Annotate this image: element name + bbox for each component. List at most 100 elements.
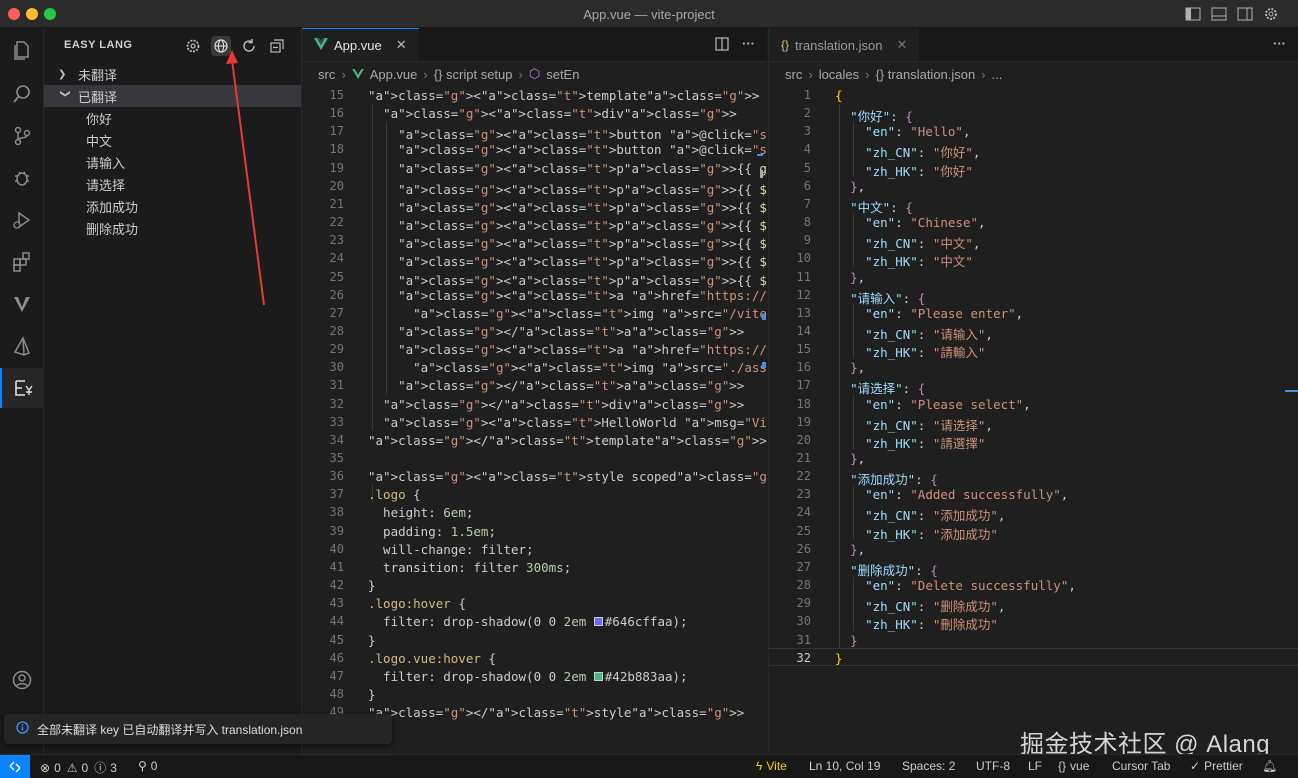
vite-status[interactable]: ϟ Vite — [756, 759, 787, 773]
debug-bug-icon[interactable] — [0, 158, 44, 198]
breadcrumb-separator-icon: › — [518, 66, 523, 82]
code-line: "en": "Added successfully", — [865, 487, 1069, 503]
indentation[interactable]: Spaces: 2 — [902, 759, 955, 773]
cursor-tab[interactable]: Cursor Tab — [1112, 759, 1170, 773]
line-number: 21 — [796, 451, 811, 465]
line-number: 39 — [329, 523, 344, 538]
prisma-icon[interactable] — [0, 326, 44, 366]
notification-toast[interactable]: 全部未翻译 key 已自动翻译并写入 translation.json — [4, 714, 392, 744]
line-number: 1 — [803, 88, 811, 102]
breadcrumb-item[interactable]: src — [318, 67, 335, 82]
line-number: 23 — [796, 487, 811, 502]
lightning-icon: ϟ — [756, 759, 763, 773]
code-line: } — [368, 632, 376, 648]
code-line: "zh_CN": "请输入", — [865, 326, 993, 342]
vitest-icon[interactable] — [0, 284, 44, 324]
tree-item-key[interactable]: 你好 — [44, 107, 301, 129]
code-line: "zh_HK": "你好" — [865, 163, 973, 179]
search-icon[interactable] — [0, 74, 44, 114]
accounts-icon[interactable] — [0, 660, 44, 700]
tab-app-vue[interactable]: App.vue ✕ — [302, 28, 419, 61]
line-number: 24 — [329, 251, 344, 266]
line-number: 12 — [796, 287, 811, 302]
code-line: "a">class="g"></"a">class="t">div"a">cla… — [383, 396, 745, 412]
line-number: 7 — [803, 196, 811, 211]
editor-group-app-vue: App.vue ✕ ··· src › App.vue › {} script se… — [302, 28, 767, 754]
tree-group-translated[interactable]: ❯ 已翻译 — [44, 85, 301, 107]
breadcrumb-separator-icon: › — [808, 66, 813, 82]
run-debug-icon[interactable] — [0, 200, 44, 240]
code-editor[interactable]: 15 "a">class="g"><"a">class="t">template"… — [302, 86, 767, 754]
split-editor-icon[interactable] — [714, 36, 730, 55]
line-number: 48 — [329, 686, 344, 701]
tree-item-key[interactable]: 请输入 — [44, 151, 301, 173]
toggle-primary-sidebar-icon[interactable] — [1184, 5, 1202, 23]
info-icon: ⓘ — [94, 761, 107, 775]
encoding[interactable]: UTF-8 — [976, 759, 1010, 773]
tree-item-key[interactable]: 中文 — [44, 129, 301, 151]
breadcrumb-item[interactable]: src — [785, 67, 802, 82]
language-mode[interactable]: {} vue — [1058, 759, 1089, 773]
code-line: } — [850, 632, 858, 648]
tree-item-key[interactable]: 删除成功 — [44, 217, 301, 239]
code-line: .logo:hover { — [368, 596, 466, 612]
cursor-position[interactable]: Ln 10, Col 19 — [809, 759, 880, 773]
line-number: 28 — [329, 323, 344, 338]
code-line: "zh_HK": "刪除成功" — [865, 617, 998, 633]
toggle-secondary-sidebar-icon[interactable] — [1236, 5, 1254, 23]
line-number: 10 — [796, 251, 811, 266]
breadcrumb-item[interactable]: locales — [819, 67, 859, 82]
line-number: 23 — [329, 233, 344, 248]
breadcrumb-item[interactable]: setEn — [546, 67, 579, 82]
more-actions-icon[interactable]: ··· — [1273, 36, 1286, 51]
remote-indicator-icon[interactable] — [0, 755, 30, 778]
source-control-icon[interactable] — [0, 116, 44, 156]
settings-gear-icon[interactable] — [1262, 5, 1280, 23]
settings-gear-icon[interactable] — [183, 36, 203, 56]
code-line: "zh_CN": "添加成功", — [865, 508, 1006, 524]
breadcrumb-item[interactable]: {} script setup — [434, 67, 513, 82]
breadcrumb-item[interactable]: {} translation.json — [876, 67, 976, 82]
line-number: 4 — [803, 142, 811, 157]
collapse-all-icon[interactable] — [267, 36, 287, 56]
line-number: 37 — [329, 487, 344, 502]
line-number: 43 — [329, 596, 344, 611]
line-number: 9 — [803, 233, 811, 248]
line-number: 16 — [796, 360, 811, 375]
line-number: 40 — [329, 541, 344, 556]
breadcrumb-item[interactable]: ... — [992, 67, 1003, 82]
tree-item-key[interactable]: 请选择 — [44, 173, 301, 195]
code-line: "a">class="g"><"a">class="t">HelloWorld … — [383, 414, 767, 430]
code-line: "请输入": { — [850, 290, 926, 306]
line-ending[interactable]: LF — [1028, 759, 1042, 773]
notifications-bell-icon[interactable]: 🔔︎ — [1262, 759, 1277, 773]
explorer-icon[interactable] — [0, 30, 44, 70]
warning-count: 0 — [81, 760, 89, 775]
refresh-icon[interactable] — [239, 36, 259, 56]
code-line: "a">class="g"><"a">class="t">p"a">class=… — [398, 218, 767, 234]
ports-count: 0 — [150, 759, 158, 773]
prettier-status[interactable]: ✓ Prettier — [1190, 759, 1243, 773]
tree-item-label: 中文 — [86, 133, 113, 149]
tree-group-untranslated[interactable]: ❯ 未翻译 — [44, 63, 301, 85]
extensions-icon[interactable] — [0, 242, 44, 282]
line-number: 41 — [329, 559, 344, 574]
more-actions-icon[interactable]: ··· — [742, 36, 755, 55]
problems-indicator[interactable]: ⊗ 0 ⚠ 0 ⓘ 3 — [40, 759, 117, 776]
line-number: 20 — [329, 178, 344, 193]
tree-item-key[interactable]: 添加成功 — [44, 195, 301, 217]
auto-translate-globe-icon[interactable] — [211, 36, 231, 56]
activity-bar — [0, 28, 44, 754]
close-tab-icon[interactable]: ✕ — [396, 37, 407, 53]
toggle-panel-icon[interactable] — [1210, 5, 1228, 23]
close-tab-icon[interactable]: ✕ — [896, 37, 907, 53]
easy-lang-icon[interactable] — [0, 368, 44, 408]
easy-lang-sidebar: EASY LANG ❯ 未翻译 ❯ 已翻译 你好 中文 请输入 请选择 添加成功 删… — [44, 28, 302, 754]
code-editor[interactable]: 1 {2 "你好": {3 "en": "Hello", 4 "zh_CN": "你… — [769, 86, 1298, 754]
warning-icon: ⚠ — [66, 760, 78, 775]
breadcrumb-item[interactable]: App.vue — [370, 67, 418, 82]
ports-indicator[interactable]: ⚲ 0 — [138, 759, 157, 773]
vue-file-icon — [351, 67, 364, 82]
tab-translation-json[interactable]: {} translation.json ✕ — [769, 28, 920, 61]
code-line: "a">class="g"><"a">class="t">p"a">class=… — [398, 160, 767, 176]
